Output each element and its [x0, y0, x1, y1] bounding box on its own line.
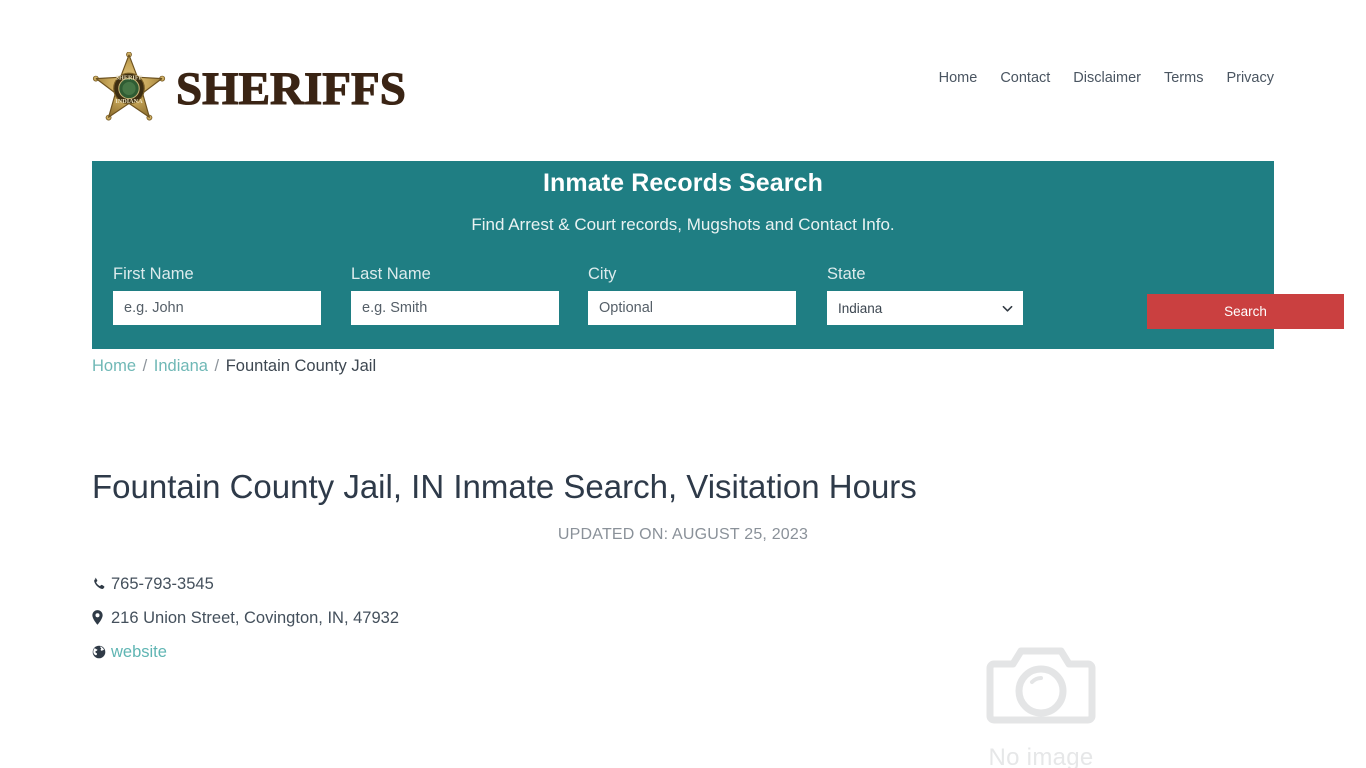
field-last-name: Last Name — [351, 265, 559, 325]
breadcrumb: Home / Indiana / Fountain County Jail — [92, 355, 376, 377]
svg-text:INDIANA: INDIANA — [115, 98, 143, 105]
page-title: Fountain County Jail, IN Inmate Search, … — [92, 468, 917, 505]
state-select[interactable]: Indiana — [827, 291, 1023, 325]
no-image-label: No image — [988, 744, 1094, 768]
site-logo[interactable]: SHERIFF INDIANA SHERIFFS — [92, 52, 406, 122]
globe-icon — [92, 645, 111, 659]
first-name-input[interactable] — [113, 291, 321, 325]
facility-contact-info: 765-793-3545 216 Union Street, Covington… — [92, 567, 399, 669]
contact-row-website: website — [92, 635, 399, 669]
nav-item-contact[interactable]: Contact — [1000, 68, 1050, 88]
site-header: SHERIFF INDIANA SHERIFFS Home Contact Di… — [0, 0, 1366, 155]
search-button[interactable]: Search — [1147, 294, 1344, 329]
search-panel-title: Inmate Records Search — [543, 169, 823, 197]
map-pin-icon — [92, 610, 111, 625]
phone-icon — [92, 577, 111, 591]
city-input[interactable] — [588, 291, 796, 325]
facility-address: 216 Union Street, Covington, IN, 47932 — [111, 609, 400, 627]
last-name-label: Last Name — [351, 265, 431, 283]
nav-item-disclaimer[interactable]: Disclaimer — [1073, 68, 1141, 88]
inmate-search-panel: Inmate Records Search Find Arrest & Cour… — [92, 161, 1344, 349]
phone-number: 765-793-3545 — [111, 575, 214, 593]
search-panel-subtitle: Find Arrest & Court records, Mugshots an… — [471, 215, 895, 234]
breadcrumb-item-current: Fountain County Jail — [225, 357, 377, 375]
svg-text:SHERIFF: SHERIFF — [116, 75, 143, 82]
first-name-label: First Name — [113, 265, 194, 283]
site-logo-text: SHERIFFS — [175, 62, 406, 115]
last-updated-text: UPDATED ON: AUGUST 25, 2023 — [557, 526, 809, 543]
last-name-input[interactable] — [351, 291, 559, 325]
state-label: State — [827, 265, 866, 283]
field-city: City — [588, 265, 796, 325]
page-root: SHERIFF INDIANA SHERIFFS Home Contact Di… — [0, 0, 1366, 768]
breadcrumb-item-indiana[interactable]: Indiana — [154, 357, 208, 375]
breadcrumb-separator: / — [214, 357, 220, 375]
field-first-name: First Name — [113, 265, 321, 325]
nav-item-terms[interactable]: Terms — [1164, 68, 1203, 88]
city-label: City — [588, 265, 617, 283]
nav-item-privacy[interactable]: Privacy — [1226, 68, 1274, 88]
nav-item-home[interactable]: Home — [939, 68, 978, 88]
inmate-search-form: First Name Last Name City State Indiana — [92, 261, 1344, 349]
contact-row-address: 216 Union Street, Covington, IN, 47932 — [92, 601, 399, 635]
facility-website-link[interactable]: website — [111, 635, 167, 669]
main-nav: Home Contact Disclaimer Terms Privacy — [939, 68, 1274, 88]
field-state: State Indiana — [827, 265, 1023, 325]
sheriff-star-badge-icon: SHERIFF INDIANA — [92, 52, 166, 122]
breadcrumb-separator: / — [142, 357, 148, 375]
camera-icon — [936, 636, 1146, 732]
breadcrumb-item-home[interactable]: Home — [92, 357, 136, 375]
contact-row-phone: 765-793-3545 — [92, 567, 399, 601]
no-image-placeholder: No image — [936, 636, 1146, 768]
